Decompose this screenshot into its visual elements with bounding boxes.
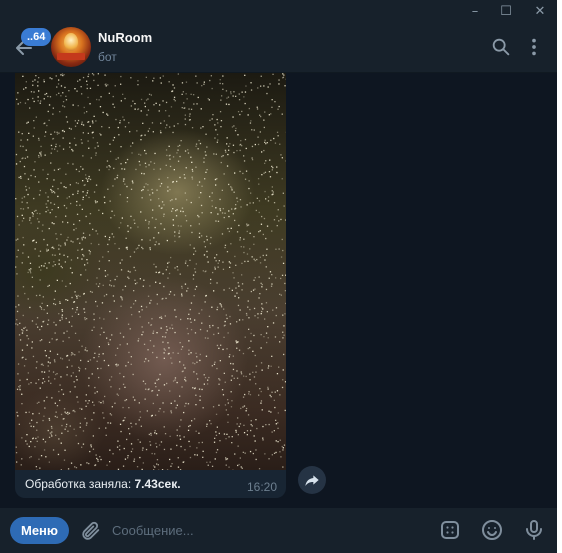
message-caption[interactable]: Обработка заняла: 7.43сек. 16:20 <box>15 470 286 498</box>
avatar-logo-band <box>57 53 85 60</box>
chat-title[interactable]: NuRoom <box>98 30 152 45</box>
message-time: 16:20 <box>246 480 277 494</box>
attach-icon <box>82 521 100 540</box>
bot-menu-button[interactable]: Меню <box>10 517 69 544</box>
message-photo[interactable] <box>15 73 286 470</box>
avatar[interactable] <box>51 27 91 67</box>
bot-commands-button[interactable] <box>438 518 462 542</box>
voice-button[interactable] <box>522 518 546 542</box>
forward-button[interactable] <box>298 466 326 494</box>
attach-button[interactable] <box>80 520 102 542</box>
maximize-button[interactable]: ☐ <box>491 0 521 22</box>
search-icon <box>492 38 510 56</box>
emoji-button[interactable] <box>480 518 504 542</box>
forward-icon <box>305 475 319 486</box>
avatar-figure <box>64 33 78 51</box>
caption-prefix: Обработка заняла: <box>25 477 135 491</box>
microphone-icon <box>526 520 542 540</box>
bot-commands-icon <box>441 521 459 539</box>
caption-text: Обработка заняла: 7.43сек. <box>25 477 181 491</box>
message-input[interactable] <box>112 518 412 542</box>
unread-badge: ..64 <box>21 28 52 46</box>
chat-status: бот <box>98 50 117 64</box>
more-vertical-icon <box>532 38 536 56</box>
chat-header: ..64 NuRoom бот <box>0 22 557 73</box>
caption-value: 7.43сек. <box>134 477 181 491</box>
title-bar: – ☐ ✕ <box>0 0 557 22</box>
telegram-window: – ☐ ✕ ..64 NuRoom бот Обработка заняла: … <box>0 0 557 553</box>
message-list[interactable]: Обработка заняла: 7.43сек. 16:20 <box>0 73 557 508</box>
close-button[interactable]: ✕ <box>525 0 555 22</box>
photo-noise-overlay <box>15 73 286 470</box>
more-button[interactable] <box>523 36 545 58</box>
search-button[interactable] <box>490 36 512 58</box>
minimize-button[interactable]: – <box>460 0 490 22</box>
emoji-icon <box>482 520 502 540</box>
composer: Меню <box>0 508 557 553</box>
